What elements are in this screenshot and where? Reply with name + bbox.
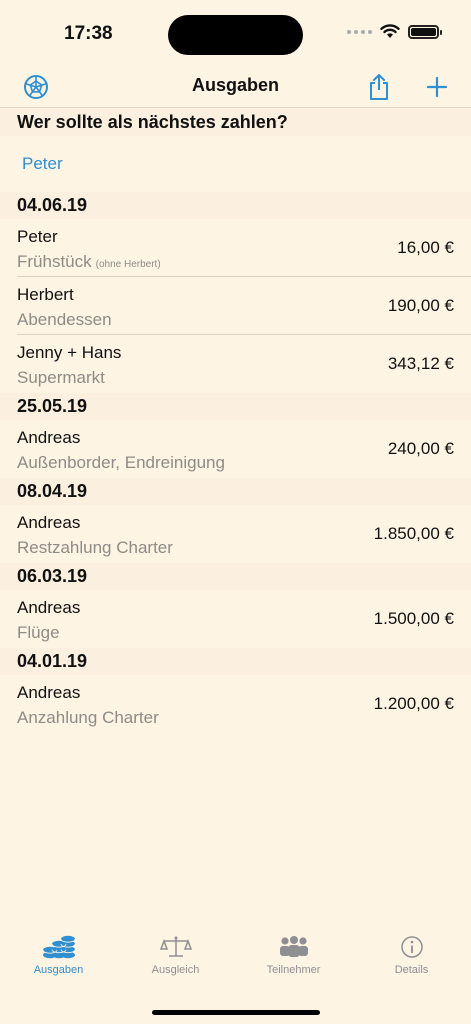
date-header: 04.01.19 — [0, 648, 471, 675]
tab-bar: Ausgaben Ausgleich Teilnehmer Details — [0, 930, 471, 990]
expense-row[interactable]: Andreas Anzahlung Charter 1.200,00 € — [0, 675, 471, 733]
expense-description: Restzahlung Charter — [17, 538, 173, 557]
date-header: 25.05.19 — [0, 393, 471, 420]
date-header: 04.06.19 — [0, 192, 471, 219]
expense-payer: Andreas — [17, 683, 81, 702]
expense-amount: 1.200,00 € — [373, 694, 454, 713]
signal-icon — [347, 29, 372, 34]
expense-description: Frühstück (ohne Herbert) — [17, 252, 161, 272]
expense-amount: 1.850,00 € — [373, 524, 454, 543]
tab-teilnehmer[interactable]: Teilnehmer — [235, 930, 352, 986]
page-title: Ausgaben — [191, 75, 279, 95]
tab-label: Details — [394, 964, 429, 976]
expense-amount: 240,00 € — [387, 439, 454, 458]
expense-amount: 16,00 € — [397, 238, 454, 257]
navigation-bar: Ausgaben — [0, 66, 471, 108]
expense-row[interactable]: Jenny + Hans Supermarkt 343,12 € — [0, 335, 471, 393]
share-button[interactable] — [362, 70, 396, 104]
next-payer-name[interactable]: Peter — [22, 154, 63, 174]
expense-description: Flüge — [17, 623, 60, 642]
battery-icon — [408, 24, 442, 39]
expense-payer: Andreas — [17, 598, 81, 617]
share-icon — [370, 74, 388, 100]
expense-payer: Andreas — [17, 428, 81, 447]
wifi-icon — [380, 24, 400, 38]
status-bar: 17:38 — [0, 0, 471, 66]
plus-icon — [426, 76, 448, 98]
tab-label: Ausgaben — [33, 964, 84, 976]
people-icon — [279, 936, 308, 957]
scale-icon — [159, 936, 192, 957]
expense-description: Außenborder, Endreinigung — [17, 453, 225, 472]
expense-payer: Peter — [17, 227, 58, 246]
expense-description: Supermarkt — [17, 368, 105, 387]
expense-row[interactable]: Andreas Flüge 1.500,00 € — [0, 590, 471, 648]
expense-row[interactable]: Andreas Restzahlung Charter 1.850,00 € — [0, 505, 471, 563]
tab-details[interactable]: Details — [353, 930, 470, 986]
status-icons — [347, 24, 442, 39]
expense-description-text: Frühstück — [17, 252, 92, 271]
date-header: 06.03.19 — [0, 563, 471, 590]
date-header: 08.04.19 — [0, 478, 471, 505]
expense-row[interactable]: Peter Frühstück (ohne Herbert) 16,00 € — [0, 219, 471, 277]
next-payer-header: Wer sollte als nächstes zahlen? — [0, 109, 471, 136]
add-expense-button[interactable] — [420, 70, 454, 104]
expense-amount: 343,12 € — [387, 354, 454, 373]
home-indicator[interactable] — [152, 1010, 320, 1015]
expense-amount: 190,00 € — [387, 296, 454, 315]
dynamic-island — [168, 15, 303, 55]
tab-label: Teilnehmer — [266, 964, 321, 976]
expense-description: Anzahlung Charter — [17, 708, 159, 727]
expense-note: (ohne Herbert) — [95, 259, 161, 270]
expense-row[interactable]: Herbert Abendessen 190,00 € — [0, 277, 471, 335]
expense-description: Abendessen — [17, 310, 112, 329]
tab-ausgleich[interactable]: Ausgleich — [117, 930, 234, 986]
tab-ausgaben[interactable]: Ausgaben — [0, 930, 117, 986]
status-time: 17:38 — [64, 23, 113, 44]
tab-label: Ausgleich — [151, 964, 200, 976]
expense-payer: Andreas — [17, 513, 81, 532]
expense-row[interactable]: Andreas Außenborder, Endreinigung 240,00… — [0, 420, 471, 478]
expense-payer: Jenny + Hans — [17, 343, 122, 362]
coins-icon — [42, 935, 75, 959]
expense-payer: Herbert — [17, 285, 74, 304]
expense-amount: 1.500,00 € — [373, 609, 454, 628]
info-icon — [400, 936, 423, 958]
